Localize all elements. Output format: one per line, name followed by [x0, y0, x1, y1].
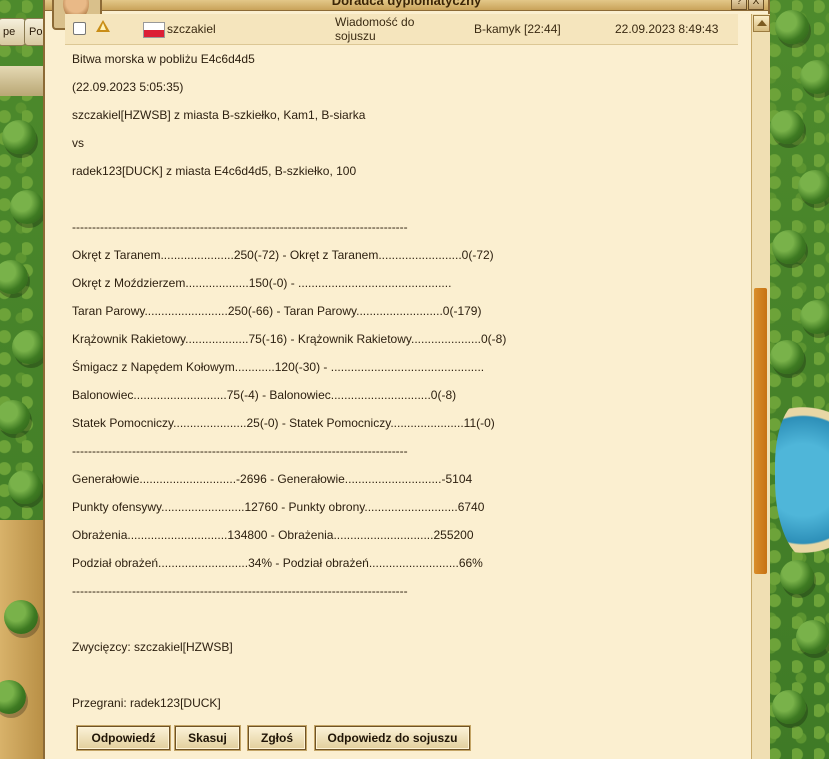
report-line: Śmigacz z Napędem Kołowym............120… [72, 360, 485, 374]
tree [800, 300, 829, 334]
report-separator: ----------------------------------------… [72, 444, 408, 458]
report-line: Bitwa morska w pobliżu E4c6d4d5 [72, 52, 255, 66]
report-line: radek123[DUCK] z miasta E4c6d4d5, B-szki… [72, 164, 357, 178]
tree [775, 10, 809, 44]
report-line: Taran Parowy.........................250… [72, 304, 482, 318]
message-subject: Wiadomość do sojuszu [335, 15, 415, 43]
window-titlebar: Doradca dyplomatyczny ? X [45, 0, 768, 11]
toolbar-strip [0, 66, 45, 96]
tree [12, 330, 46, 364]
tree [800, 60, 829, 94]
scrollbar-thumb[interactable] [754, 288, 767, 574]
message-checkbox[interactable] [73, 22, 86, 35]
scrollbar[interactable] [751, 14, 770, 759]
tree [10, 190, 44, 224]
tree [770, 340, 804, 374]
close-icon: X [752, 0, 760, 7]
report-line: Okręt z Moździerzem...................15… [72, 276, 452, 290]
report-line: Obrażenia..............................1… [72, 528, 474, 542]
message-body: Bitwa morska w pobliżu E4c6d4d5 (22.09.2… [65, 44, 738, 714]
report-line: Balonowiec............................75… [72, 388, 457, 402]
toolbar-button-1-label: pe [3, 26, 16, 38]
report-button[interactable]: Zgłoś [248, 726, 306, 750]
scroll-up-arrow-icon[interactable] [753, 15, 770, 32]
report-line: Krążownik Rakietowy...................75… [72, 332, 507, 346]
tree [780, 560, 814, 594]
tree [798, 170, 829, 204]
action-bar: Odpowiedź Skasuj Zgłoś Odpowiedz do soju… [65, 716, 738, 759]
report-line: (22.09.2023 5:05:35) [72, 80, 184, 94]
tree [772, 230, 806, 264]
message-sender[interactable]: szczakiel [167, 22, 216, 36]
toolbar-button-2-label: Po [29, 26, 43, 38]
tree [772, 690, 806, 724]
report-separator: ----------------------------------------… [72, 584, 408, 598]
toolbar-button-1[interactable]: pe [0, 18, 26, 46]
help-icon: ? [736, 0, 742, 7]
report-losers: Przegrani: radek123[DUCK] [72, 696, 221, 710]
report-winners: Zwycięzcy: szczakiel[HZWSB] [72, 640, 233, 654]
report-line: Okręt z Taranem......................250… [72, 248, 494, 262]
tree [796, 620, 829, 654]
tree [8, 470, 42, 504]
reply-alliance-button[interactable]: Odpowiedz do sojuszu [315, 726, 470, 750]
reply-button[interactable]: Odpowiedź [77, 726, 170, 750]
report-line: Podział obrażeń.........................… [72, 556, 483, 570]
message-from-city[interactable]: B-kamyk [22:44] [474, 22, 561, 36]
tree [4, 600, 38, 634]
window-help-button[interactable]: ? [731, 0, 747, 10]
report-line: Punkty ofensywy.........................… [72, 500, 485, 514]
report-line: szczakiel[HZWSB] z miasta B-szkiełko, Ka… [72, 108, 366, 122]
message-row[interactable]: szczakiel Wiadomość do sojuszu B-kamyk [… [65, 14, 738, 45]
diplomatic-advisor-window: Doradca dyplomatyczny ? X szczakiel Wiad… [43, 0, 770, 759]
report-separator: ----------------------------------------… [72, 220, 408, 234]
message-date: 22.09.2023 8:49:43 [615, 22, 719, 36]
report-line: Generałowie.............................… [72, 472, 473, 486]
tree [2, 120, 36, 154]
tree [770, 110, 804, 144]
poland-flag-icon [143, 22, 165, 38]
window-close-button[interactable]: X [748, 0, 764, 10]
report-line: Statek Pomocniczy......................2… [72, 416, 495, 430]
delete-button[interactable]: Skasuj [175, 726, 240, 750]
sand-terrain [0, 520, 44, 759]
report-line: vs [72, 136, 84, 150]
window-title: Doradca dyplomatyczny [331, 0, 482, 8]
